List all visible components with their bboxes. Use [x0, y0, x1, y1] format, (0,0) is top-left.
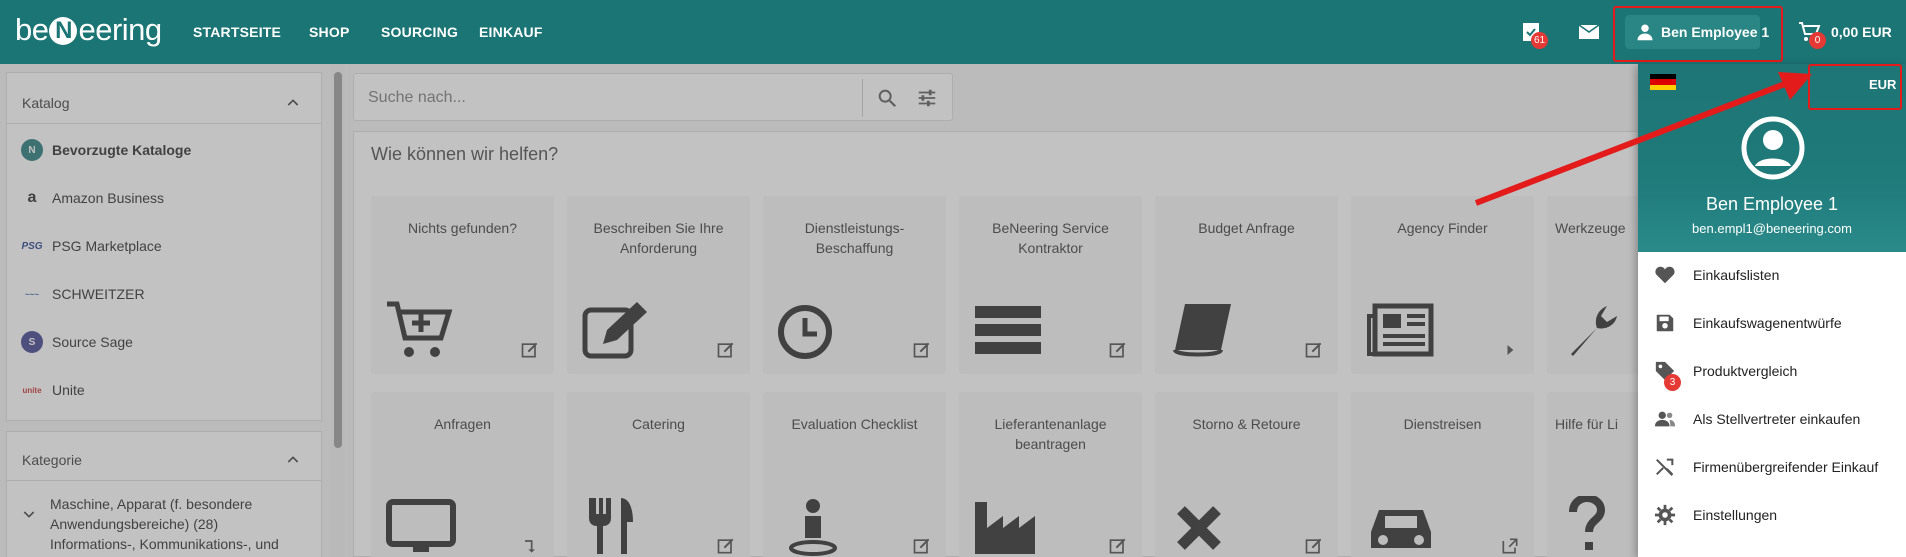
heart-icon [1655, 266, 1675, 284]
approvals-icon[interactable]: 61 [1519, 20, 1549, 49]
nav-shop[interactable]: SHOP [309, 24, 349, 40]
cart-badge: 0 [1809, 32, 1826, 49]
menu-item-stellvertreter[interactable]: Als Stellvertreter einkaufen [1638, 396, 1906, 442]
avatar-icon [1741, 116, 1805, 180]
menu-item-einkaufswagenentwuerfe[interactable]: Einkaufswagenentwürfe [1638, 300, 1906, 346]
menu-item-einkaufslisten[interactable]: Einkaufslisten [1638, 252, 1906, 298]
shuffle-icon [1656, 458, 1674, 476]
nav-einkauf[interactable]: EINKAUF [479, 24, 543, 40]
cart-icon[interactable]: 0 [1797, 20, 1826, 49]
compare-badge: 3 [1664, 374, 1681, 391]
save-icon [1656, 314, 1674, 332]
menu-item-firmenuebergreifend[interactable]: Firmenübergreifender Einkauf [1638, 444, 1906, 490]
gear-icon [1654, 504, 1676, 526]
person-icon [1637, 24, 1653, 41]
nav-startseite[interactable]: STARTSEITE [193, 24, 281, 40]
user-menu-button[interactable]: Ben Employee 1 [1625, 15, 1769, 49]
approvals-badge: 61 [1531, 32, 1549, 49]
logo[interactable]: be Neering [15, 12, 162, 48]
user-label: Ben Employee 1 [1661, 24, 1770, 40]
user-name: Ben Employee 1 [1705, 194, 1839, 214]
nav-sourcing[interactable]: SOURCING [381, 24, 458, 40]
menu-item-einstellungen[interactable]: Einstellungen [1638, 492, 1906, 538]
cart-total[interactable]: 0,00 EUR [1831, 24, 1892, 40]
user-email: ben.empl1@beneering.com [1692, 221, 1852, 236]
top-bar: be Neering STARTSEITE SHOP SOURCING EINKA… [0, 0, 1906, 64]
german-flag-icon[interactable] [1650, 74, 1676, 90]
overlay-backdrop[interactable] [0, 64, 1906, 557]
menu-item-produktvergleich[interactable]: 3 Produktvergleich [1638, 348, 1906, 394]
user-dropdown-menu: EUR Ben Employee 1 ben.empl1@beneering.c… [1638, 64, 1906, 557]
highlight-currency-box [1808, 64, 1902, 110]
mail-icon[interactable] [1577, 20, 1601, 44]
people-icon [1654, 411, 1676, 427]
